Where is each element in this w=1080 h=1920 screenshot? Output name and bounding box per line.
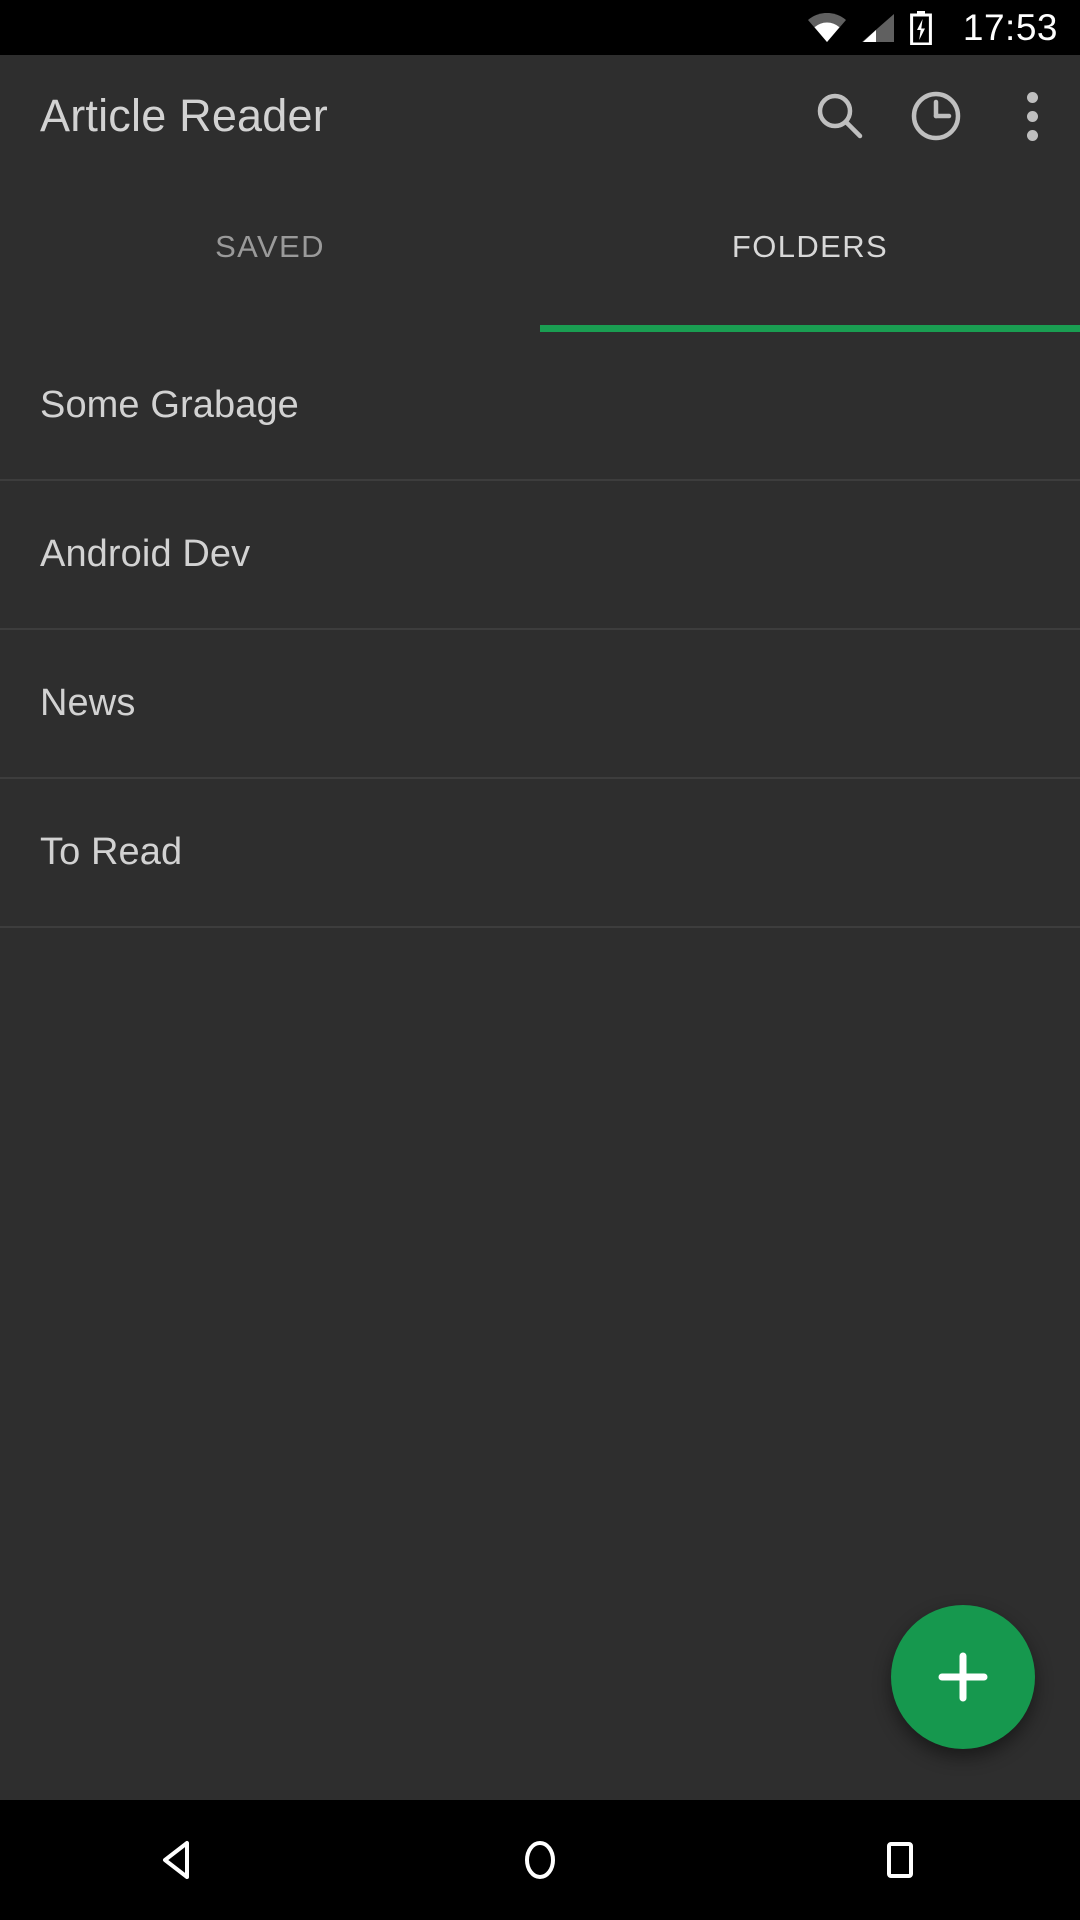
tab-selection-indicator <box>540 325 1080 332</box>
folder-name: Android Dev <box>40 533 251 575</box>
search-button[interactable] <box>792 68 888 164</box>
overflow-menu-button[interactable] <box>984 68 1080 164</box>
nav-back-button[interactable] <box>105 1800 255 1920</box>
add-folder-fab[interactable] <box>891 1605 1035 1749</box>
status-bar: 17:53 <box>0 0 1080 55</box>
search-icon <box>817 93 863 139</box>
app-title: Article Reader <box>40 90 328 141</box>
folder-name: News <box>40 682 136 724</box>
folder-name: To Read <box>40 831 183 873</box>
back-icon <box>163 1841 189 1879</box>
tab-folders[interactable]: FOLDERS <box>540 177 1080 332</box>
folder-list-item[interactable]: Some Grabage <box>0 332 1080 481</box>
recents-icon <box>887 1842 913 1878</box>
plus-icon <box>938 1652 988 1702</box>
folder-list-item[interactable]: News <box>0 630 1080 779</box>
status-bar-clock: 17:53 <box>962 7 1058 48</box>
system-navigation-bar <box>0 1800 1080 1920</box>
tab-saved-label: SAVED <box>215 228 325 264</box>
cellular-signal-icon <box>861 13 894 42</box>
folder-list-item[interactable]: To Read <box>0 779 1080 928</box>
folder-list-item[interactable]: Android Dev <box>0 481 1080 630</box>
battery-charging-icon <box>910 10 932 45</box>
folder-name: Some Grabage <box>40 384 299 426</box>
nav-recents-button[interactable] <box>825 1800 975 1920</box>
home-icon <box>525 1841 555 1879</box>
status-icon-group: 17:53 <box>807 0 1058 55</box>
tab-folders-label: FOLDERS <box>731 228 889 264</box>
tab-bar: SAVED FOLDERS <box>0 177 1080 332</box>
wifi-icon <box>807 12 846 42</box>
history-button[interactable] <box>888 68 984 164</box>
tab-saved[interactable]: SAVED <box>0 177 540 332</box>
overflow-menu-icon <box>1026 88 1038 145</box>
phone-screen: 17:53 Article Reader SAVED FOLDERS Some … <box>0 0 1080 1920</box>
nav-home-button[interactable] <box>465 1800 615 1920</box>
history-clock-icon <box>911 91 961 141</box>
app-bar: Article Reader <box>0 55 1080 177</box>
folder-list: Some Grabage Android Dev News To Read <box>0 332 1080 1800</box>
